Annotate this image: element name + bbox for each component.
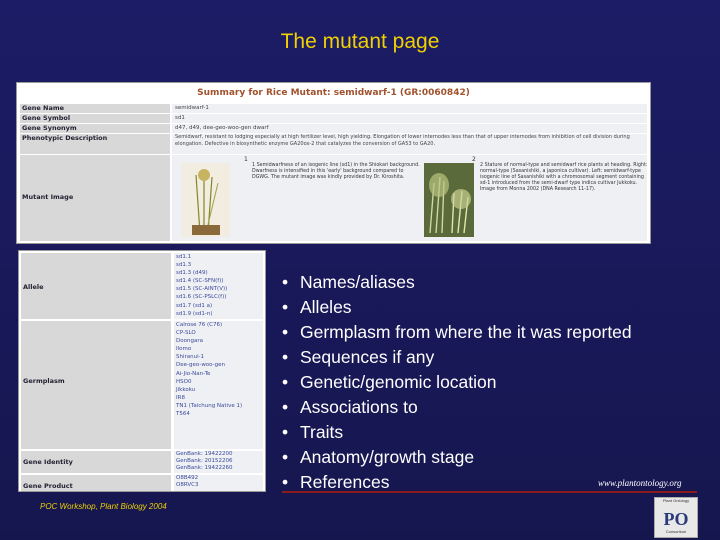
row-value: d47, d49, dee-geo-woo-gen dwarf — [172, 124, 647, 133]
germplasm-item[interactable]: HSO0 — [176, 378, 263, 386]
slide-title: The mutant page — [280, 30, 440, 53]
identity-item[interactable]: GenBank: 19422200 — [176, 451, 263, 458]
allele-item[interactable]: sd1.4 (SC-SFN(f)) — [176, 277, 263, 285]
gene-product-list: O8B492 O8RVC3 — [174, 475, 263, 491]
table-row: Mutant Image 1 1 Semidwarfness of an iso… — [20, 155, 647, 241]
bullet-item: • Sequences if any — [282, 347, 435, 367]
table-row: Gene Name semidwarf-1 — [20, 104, 647, 113]
po-consortium-logo: Plant Ontology PO Consortium — [654, 497, 698, 538]
row-label: Gene Synonym — [20, 124, 170, 133]
logo-top-text: Plant Ontology — [662, 498, 690, 503]
details-screenshot: Allele sd1.1 sd1.3 sd1.3 (d49) sd1.4 (SC… — [18, 250, 266, 492]
product-item[interactable]: O8B492 — [176, 475, 263, 482]
logo-bottom-text: Consortium — [665, 529, 687, 534]
divider-rule — [282, 491, 697, 493]
allele-item[interactable]: sd1.6 (SC-PSLC(f)) — [176, 293, 263, 301]
row-label: Gene Symbol — [20, 114, 170, 123]
feature-bullet-list: • Names/aliases • Alleles • Germplasm from … — [282, 270, 632, 495]
allele-item[interactable]: sd1.3 — [176, 261, 263, 269]
image1-caption: 1 Semidwarfness of an isogenic line (sd1… — [252, 163, 420, 180]
allele-item[interactable]: sd1.1 — [176, 253, 263, 261]
table-row: Phenotypic Description Semidwarf, resist… — [20, 134, 647, 154]
row-value: semidwarf-1 — [172, 104, 647, 113]
germplasm-item[interactable]: Calrose 76 (C76) — [176, 321, 263, 329]
germplasm-item[interactable]: Jikkoku — [176, 386, 263, 394]
site-url[interactable]: www.plantontology.org — [598, 478, 682, 488]
mutant-image-cell: 1 1 Semidwarfness of an isogenic line (s… — [172, 155, 647, 241]
germplasm-item[interactable]: Ai-Jio-Nan-Te — [176, 370, 263, 378]
allele-item[interactable]: sd1.3 (d49) — [176, 269, 263, 277]
germplasm-item[interactable]: Shiranui-1 — [176, 353, 263, 361]
row-label: Phenotypic Description — [20, 134, 170, 154]
allele-item[interactable]: sd1.9 (sd1-n) — [176, 310, 263, 318]
gene-product-label: Gene Product — [21, 475, 171, 491]
germplasm-item[interactable]: Ilomo — [176, 345, 263, 353]
allele-item[interactable]: sd1.7 (sd1 a) — [176, 302, 263, 310]
bullet-item: • Traits — [282, 422, 344, 442]
bullet-item: • Alleles — [282, 297, 352, 317]
plant-image-1 — [182, 163, 230, 237]
plant-image-2 — [424, 163, 474, 237]
bullet-item: • Genetic/genomic location — [282, 372, 497, 392]
row-value: Semidwarf, resistant to lodging especial… — [172, 134, 647, 154]
logo-po-text: PO — [663, 509, 689, 529]
table-row: Gene Symbol sd1 — [20, 114, 647, 123]
gene-identity-list: GenBank: 19422200 GenBank: 20152206 GenB… — [174, 451, 263, 473]
germplasm-label: Germplasm — [21, 321, 171, 449]
identity-item[interactable]: GenBank: 20152206 — [176, 458, 263, 465]
germplasm-item[interactable]: TN1 (Taichung Native 1) — [176, 402, 263, 410]
germplasm-item[interactable]: IR8 — [176, 394, 263, 402]
germplasm-item[interactable]: Dee-geo-woo-gen — [176, 361, 263, 369]
image1-number: 1 — [244, 156, 248, 163]
summary-screenshot: Summary for Rice Mutant: semidwarf-1 (GR… — [16, 82, 651, 244]
row-value: sd1 — [172, 114, 647, 123]
bullet-item: • Associations to — [282, 397, 418, 417]
allele-list: sd1.1 sd1.3 sd1.3 (d49) sd1.4 (SC-SFN(f)… — [174, 253, 263, 319]
summary-header: Summary for Rice Mutant: semidwarf-1 (GR… — [197, 88, 470, 98]
allele-item[interactable]: sd1.5 (SC-AINT(V)) — [176, 285, 263, 293]
image2-caption: 2 Stature of normal-type and semidwarf r… — [480, 163, 648, 192]
germplasm-item[interactable]: CP-SLO — [176, 329, 263, 337]
table-row: Gene Synonym d47, d49, dee-geo-woo-gen d… — [20, 124, 647, 133]
row-label: Gene Name — [20, 104, 170, 113]
slide-footer: POC Workshop, Plant Biology 2004 — [40, 502, 167, 511]
identity-item[interactable]: GenBank: 19422260 — [176, 465, 263, 472]
allele-label: Allele — [21, 253, 171, 319]
bullet-item: • Anatomy/growth stage — [282, 447, 475, 467]
row-label: Mutant Image — [20, 155, 170, 241]
bullet-item: • Germplasm from where the it was reporte… — [282, 322, 632, 342]
germplasm-item[interactable]: Doongara — [176, 337, 263, 345]
slide: The mutant page Summary for Rice Mutant:… — [0, 0, 720, 540]
bullet-item: • Names/aliases — [282, 272, 415, 292]
germplasm-item[interactable]: T564 — [176, 410, 263, 418]
product-item[interactable]: O8RVC3 — [176, 482, 263, 489]
gene-identity-label: Gene Identity — [21, 451, 171, 473]
germplasm-list: Calrose 76 (C76) CP-SLO Doongara Ilomo S… — [174, 321, 263, 449]
